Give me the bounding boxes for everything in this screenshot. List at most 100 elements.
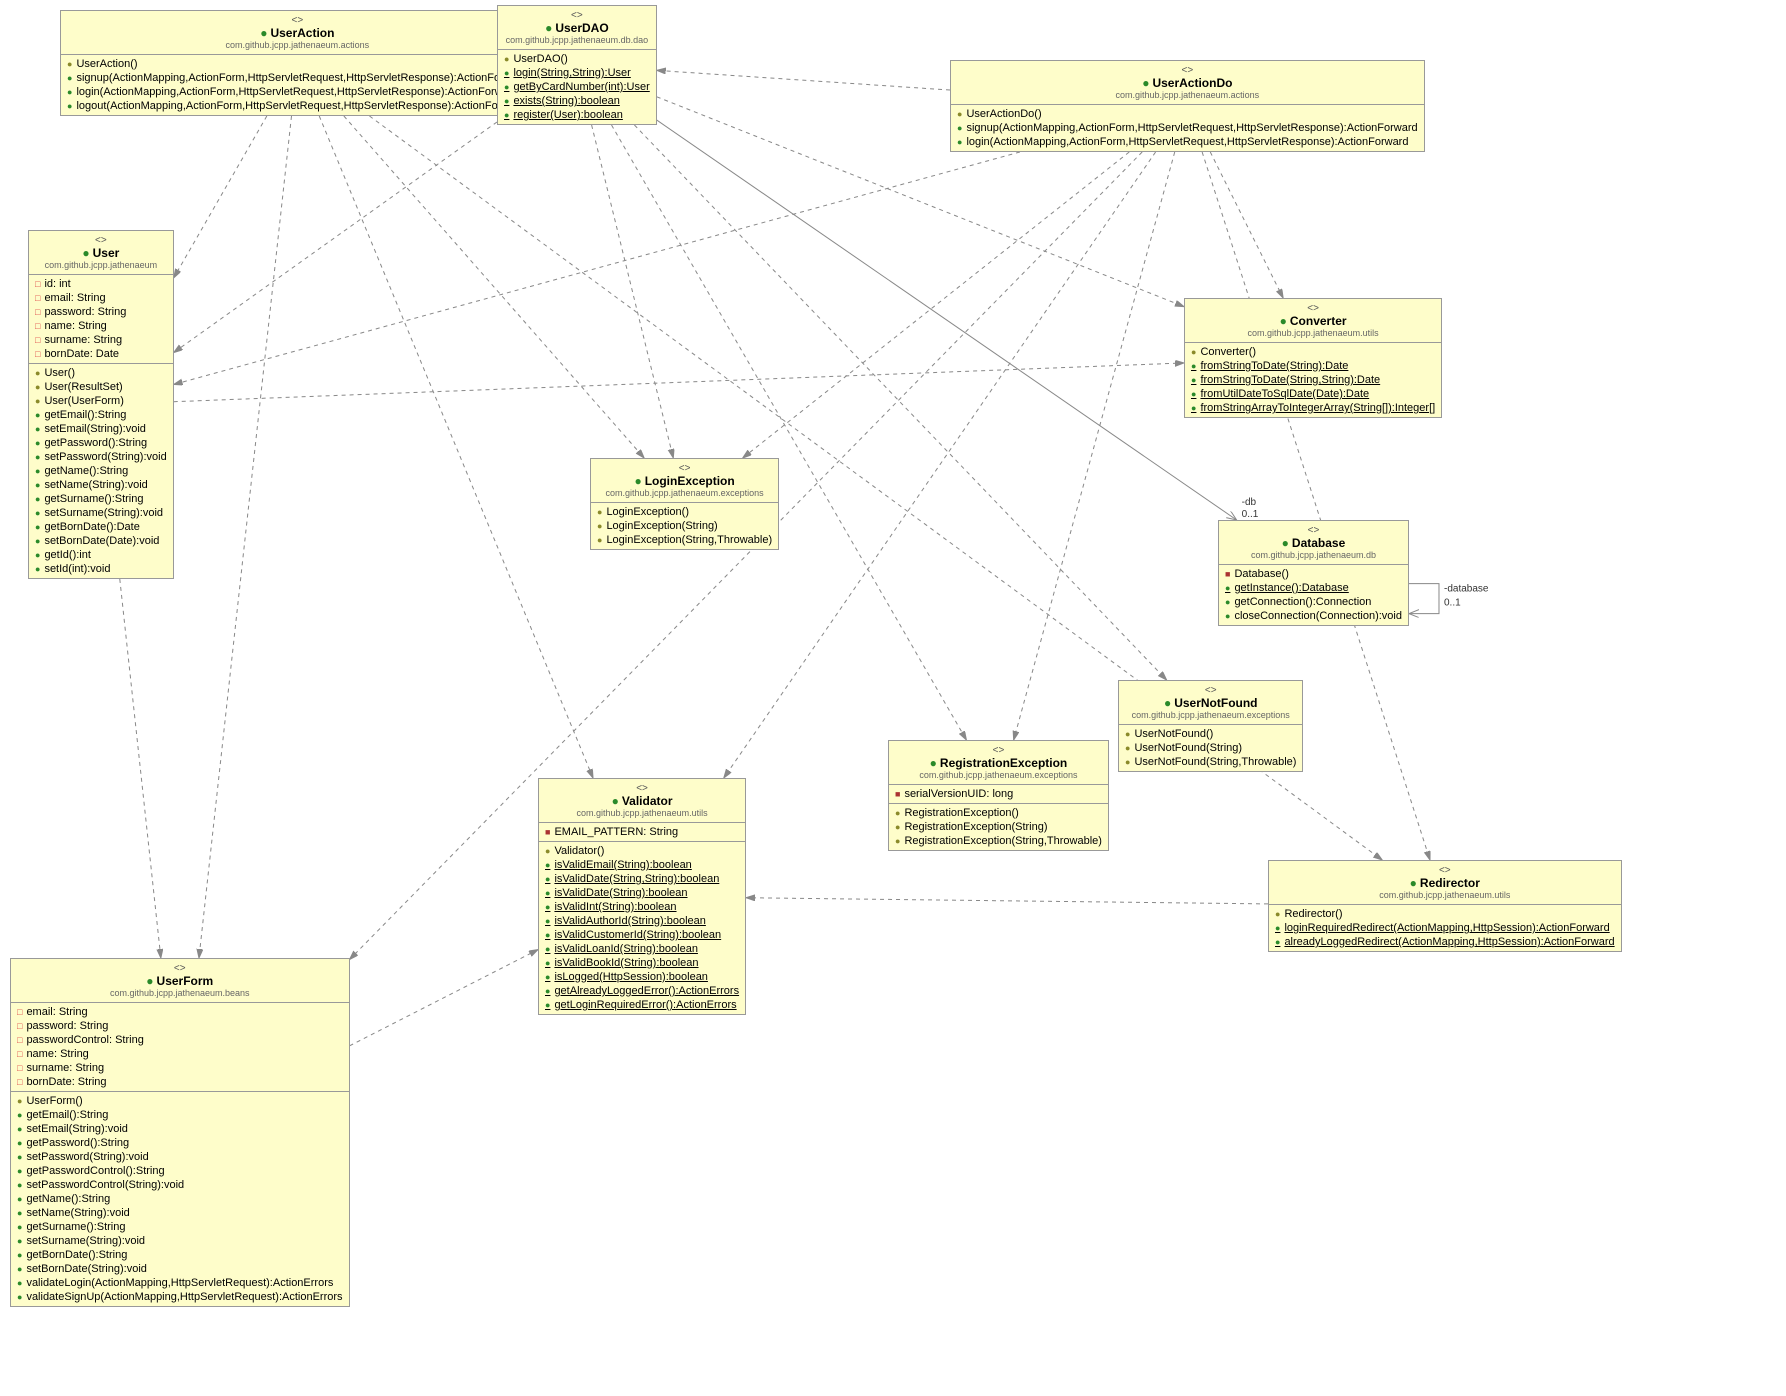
method: getPassword():String (29, 436, 173, 450)
meths: UserForm()getEmail():StringsetEmail(Stri… (11, 1092, 349, 1306)
method: isValidCustomerId(String):boolean (539, 928, 745, 942)
class-Validator[interactable]: <>Validatorcom.github.jcpp.jathenaeum.ut… (538, 778, 746, 1015)
stereotype: <> (504, 10, 650, 21)
class-RegistrationException[interactable]: <>RegistrationExceptioncom.github.jcpp.j… (888, 740, 1109, 851)
class-header: <>UserActioncom.github.jcpp.jathenaeum.a… (61, 11, 534, 55)
method: getName():String (29, 464, 173, 478)
class-name: Redirector (1275, 876, 1615, 890)
attrs: email: Stringpassword: StringpasswordCon… (11, 1003, 349, 1092)
stereotype: <> (67, 15, 528, 26)
stereotype: <> (895, 745, 1102, 756)
class-name: LoginException (597, 474, 772, 488)
method: validateLogin(ActionMapping,HttpServletR… (11, 1276, 349, 1290)
method: getConnection():Connection (1219, 595, 1408, 609)
method: fromUtilDateToSqlDate(Date):Date (1185, 387, 1441, 401)
method: User() (29, 366, 173, 380)
class-Converter[interactable]: <>Convertercom.github.jcpp.jathenaeum.ut… (1184, 298, 1442, 418)
method: isValidDate(String,String):boolean (539, 872, 745, 886)
meths: UserDAO()login(String,String):UsergetByC… (498, 50, 656, 124)
meths: User()User(ResultSet)User(UserForm)getEm… (29, 364, 173, 578)
class-name: User (35, 246, 167, 260)
method: register(User):boolean (498, 108, 656, 122)
method: UserNotFound(String) (1119, 741, 1302, 755)
svg-text:-db: -db (1242, 497, 1257, 508)
class-Redirector[interactable]: <>Redirectorcom.github.jcpp.jathenaeum.u… (1268, 860, 1622, 952)
package: com.github.jcpp.jathenaeum.exceptions (895, 770, 1102, 780)
method: login(ActionMapping,ActionForm,HttpServl… (951, 135, 1424, 149)
method: UserNotFound() (1119, 727, 1302, 741)
method: User(UserForm) (29, 394, 173, 408)
package: com.github.jcpp.jathenaeum (35, 260, 167, 270)
svg-text:0..1: 0..1 (1242, 509, 1259, 520)
stereotype: <> (597, 463, 772, 474)
package: com.github.jcpp.jathenaeum.db (1225, 550, 1402, 560)
class-UserActionDo[interactable]: <>UserActionDocom.github.jcpp.jathenaeum… (950, 60, 1425, 152)
class-UserForm[interactable]: <>UserFormcom.github.jcpp.jathenaeum.bea… (10, 958, 350, 1307)
stereotype: <> (1225, 525, 1402, 536)
class-name: Database (1225, 536, 1402, 550)
method: isValidDate(String):boolean (539, 886, 745, 900)
class-header: <>UserNotFoundcom.github.jcpp.jathenaeum… (1119, 681, 1302, 725)
meths: Validator()isValidEmail(String):booleani… (539, 842, 745, 1014)
package: com.github.jcpp.jathenaeum.utils (545, 808, 739, 818)
class-UserAction[interactable]: <>UserActioncom.github.jcpp.jathenaeum.a… (60, 10, 535, 116)
method: getName():String (11, 1192, 349, 1206)
attr: serialVersionUID: long (889, 787, 1108, 801)
attr: password: String (29, 305, 173, 319)
class-header: <>RegistrationExceptioncom.github.jcpp.j… (889, 741, 1108, 785)
method: LoginException(String) (591, 519, 778, 533)
class-name: Validator (545, 794, 739, 808)
attr: surname: String (11, 1061, 349, 1075)
class-header: <>UserFormcom.github.jcpp.jathenaeum.bea… (11, 959, 349, 1003)
attr: surname: String (29, 333, 173, 347)
method: getByCardNumber(int):User (498, 80, 656, 94)
method: setPasswordControl(String):void (11, 1178, 349, 1192)
class-name: UserNotFound (1125, 696, 1296, 710)
method: login(String,String):User (498, 66, 656, 80)
package: com.github.jcpp.jathenaeum.db.dao (504, 35, 650, 45)
method: fromStringToDate(String):Date (1185, 359, 1441, 373)
attr: email: String (29, 291, 173, 305)
method: UserDAO() (498, 52, 656, 66)
meths: Converter()fromStringToDate(String):Date… (1185, 343, 1441, 417)
method: setSurname(String):void (11, 1234, 349, 1248)
method: isValidInt(String):boolean (539, 900, 745, 914)
method: fromStringArrayToIntegerArray(String[]):… (1185, 401, 1441, 415)
class-User[interactable]: <>Usercom.github.jcpp.jathenaeumid: inte… (28, 230, 174, 579)
stereotype: <> (1125, 685, 1296, 696)
svg-text:-database: -database (1444, 584, 1489, 595)
method: fromStringToDate(String,String):Date (1185, 373, 1441, 387)
method: LoginException(String,Throwable) (591, 533, 778, 547)
meths: UserNotFound()UserNotFound(String)UserNo… (1119, 725, 1302, 771)
method: closeConnection(Connection):void (1219, 609, 1408, 623)
class-UserDAO[interactable]: <>UserDAOcom.github.jcpp.jathenaeum.db.d… (497, 5, 657, 125)
meths: Redirector()loginRequiredRedirect(Action… (1269, 905, 1621, 951)
method: alreadyLoggedRedirect(ActionMapping,Http… (1269, 935, 1621, 949)
attr: bornDate: String (11, 1075, 349, 1089)
class-header: <>LoginExceptioncom.github.jcpp.jathenae… (591, 459, 778, 503)
class-header: <>Redirectorcom.github.jcpp.jathenaeum.u… (1269, 861, 1621, 905)
method: getSurname():String (11, 1220, 349, 1234)
attr: passwordControl: String (11, 1033, 349, 1047)
method: UserAction() (61, 57, 534, 71)
attrs: serialVersionUID: long (889, 785, 1108, 804)
class-LoginException[interactable]: <>LoginExceptioncom.github.jcpp.jathenae… (590, 458, 779, 550)
package: com.github.jcpp.jathenaeum.exceptions (1125, 710, 1296, 720)
attr: email: String (11, 1005, 349, 1019)
package: com.github.jcpp.jathenaeum.actions (957, 90, 1418, 100)
attr: bornDate: Date (29, 347, 173, 361)
class-Database[interactable]: <>Databasecom.github.jcpp.jathenaeum.db D… (1218, 520, 1409, 626)
stereotype: <> (1191, 303, 1435, 314)
class-name: Converter (1191, 314, 1435, 328)
method: isValidEmail(String):boolean (539, 858, 745, 872)
method: isValidAuthorId(String):boolean (539, 914, 745, 928)
method: setBornDate(Date):void (29, 534, 173, 548)
method: setName(String):void (29, 478, 173, 492)
package: com.github.jcpp.jathenaeum.beans (17, 988, 343, 998)
meths: UserActionDo()signup(ActionMapping,Actio… (951, 105, 1424, 151)
class-UserNotFound[interactable]: <>UserNotFoundcom.github.jcpp.jathenaeum… (1118, 680, 1303, 772)
method: User(ResultSet) (29, 380, 173, 394)
attr: id: int (29, 277, 173, 291)
method: getLoginRequiredError():ActionErrors (539, 998, 745, 1012)
meths: Database()getInstance():DatabasegetConne… (1219, 565, 1408, 625)
